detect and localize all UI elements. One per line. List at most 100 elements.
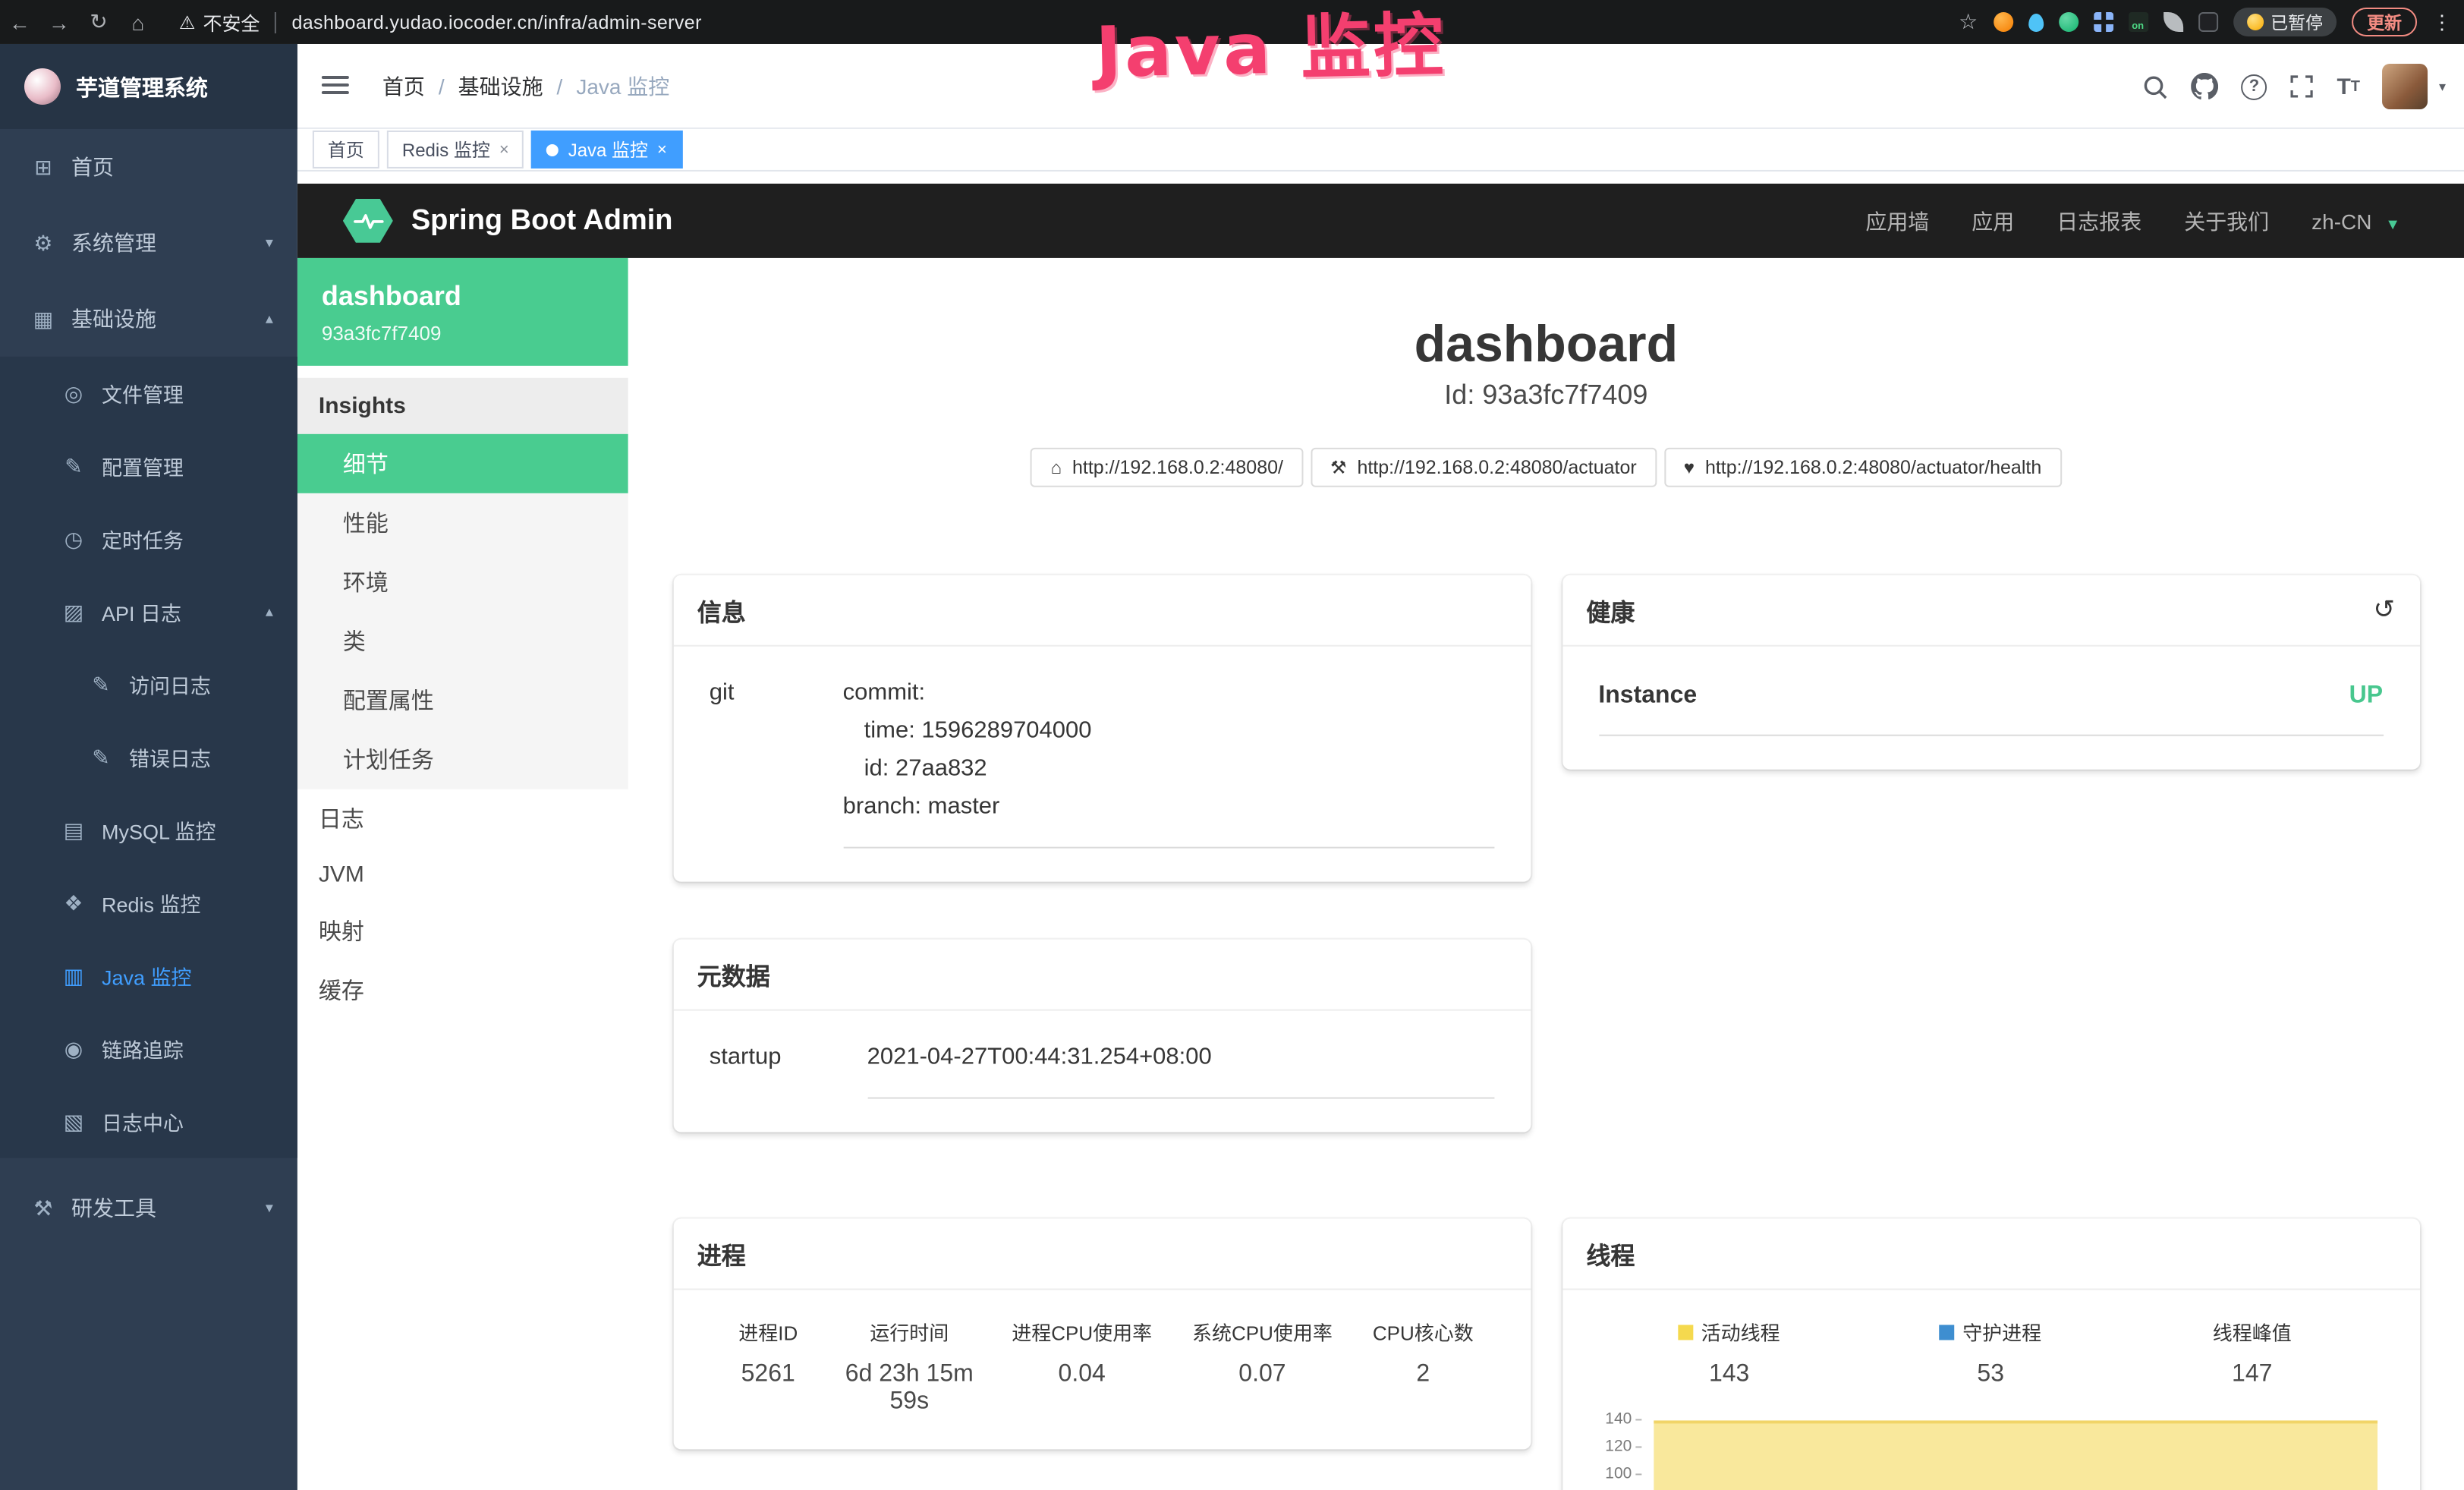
- sba-item-details[interactable]: 细节: [297, 434, 628, 493]
- sba-item-caches[interactable]: 缓存: [297, 961, 628, 1020]
- sidebar-item-label: Java 监控: [102, 961, 192, 991]
- screen: ← → ↻ ⌂ ⚠ 不安全 dashboard.yudao.iocoder.cn…: [0, 0, 2464, 1490]
- browser-menu-icon[interactable]: ⋮: [2432, 10, 2452, 34]
- sidebar-item-cron-job[interactable]: ◷ 定时任务: [0, 502, 297, 575]
- sba-locale-select[interactable]: zh-CN ▼: [2311, 209, 2400, 233]
- help-icon[interactable]: ?: [2241, 74, 2267, 99]
- header-actions: ? TT ▾: [2143, 44, 2447, 129]
- edit-square-icon: ✎: [88, 745, 114, 770]
- sidebar-item-tracing[interactable]: ◉ 链路追踪: [0, 1013, 297, 1085]
- fullscreen-icon[interactable]: [2289, 74, 2314, 99]
- profile-paused-chip[interactable]: 已暂停: [2233, 8, 2337, 36]
- tab-label: Java 监控: [568, 137, 648, 162]
- admin-header: 首页 / 基础设施 / Java 监控 ? TT ▾: [297, 44, 2464, 129]
- status-badge: UP: [2349, 683, 2383, 710]
- sidebar-item-config-manage[interactable]: ✎ 配置管理: [0, 430, 297, 502]
- startup-row: startup 2021-04-27T00:44:31.254+08:00: [710, 1038, 1494, 1099]
- sba-instance-header[interactable]: dashboard 93a3fc7f7409: [297, 258, 628, 366]
- sidebar-item-file-manage[interactable]: ◎ 文件管理: [0, 357, 297, 430]
- history-icon[interactable]: ↺: [2374, 595, 2395, 625]
- url-text[interactable]: dashboard.yudao.iocoder.cn/infra/admin-s…: [291, 11, 701, 33]
- sidebar-item-home[interactable]: ⊞ 首页: [0, 129, 297, 205]
- browser-home-icon[interactable]: ⌂: [118, 10, 158, 34]
- sba-item-logs[interactable]: 日志: [297, 789, 628, 849]
- security-label[interactable]: 不安全: [203, 8, 260, 36]
- sidebar-item-redis-monitor[interactable]: ❖ Redis 监控: [0, 867, 297, 940]
- forward-icon[interactable]: →: [39, 10, 79, 34]
- sba-item-metrics[interactable]: 性能: [297, 493, 628, 553]
- sidebar-item-label: API 日志: [102, 597, 181, 627]
- tab-java-monitor[interactable]: Java 监控 ×: [532, 131, 682, 169]
- extension-green-icon[interactable]: [2058, 12, 2078, 32]
- avatar-caret-icon[interactable]: ▾: [2439, 78, 2446, 95]
- browser-update-button[interactable]: 更新: [2352, 8, 2417, 36]
- sidebar-item-error-log[interactable]: ✎ 错误日志: [0, 721, 297, 794]
- sba-brand[interactable]: Spring Boot Admin: [297, 199, 673, 243]
- tools-icon: ⚒: [30, 1195, 56, 1221]
- legend-label-peak: 线程峰值: [2213, 1317, 2292, 1346]
- log-icon: ▨: [61, 599, 87, 625]
- sidebar-item-mysql-monitor[interactable]: ▤ MySQL 监控: [0, 794, 297, 867]
- sba-item-classes[interactable]: 类: [297, 612, 628, 671]
- instance-health-row[interactable]: Instance UP: [1598, 683, 2383, 736]
- sidebar-item-label: 基础设施: [71, 304, 156, 334]
- health-url-button[interactable]: ♥ http://192.168.0.2:48080/actuator/heal…: [1664, 448, 2062, 487]
- sidebar-item-label: 系统管理: [71, 228, 156, 258]
- bookmark-star-icon[interactable]: ☆: [1959, 9, 1978, 35]
- sba-nav-journal[interactable]: 日志报表: [2056, 206, 2141, 236]
- sidebar-item-dev-tools[interactable]: ⚒ 研发工具 ▾: [0, 1170, 297, 1246]
- sidebar-item-infra[interactable]: ▦ 基础设施 ▴: [0, 281, 297, 357]
- extension-on-badge-icon[interactable]: on: [2128, 12, 2148, 32]
- sidebar-item-access-log[interactable]: ✎ 访问日志: [0, 648, 297, 721]
- sidebar-item-api-log[interactable]: ▨ API 日志 ▴: [0, 575, 297, 648]
- git-id-line: id: 27aa832: [843, 750, 1494, 788]
- metadata-card-title: 元数据: [673, 940, 1531, 1011]
- extension-drop-icon[interactable]: [2028, 13, 2043, 31]
- sidebar-toggle-icon[interactable]: [322, 76, 349, 94]
- sidebar-item-system[interactable]: ⚙ 系统管理 ▾: [0, 205, 297, 281]
- sidebar-item-log-center[interactable]: ▧ 日志中心: [0, 1085, 297, 1158]
- breadcrumb-separator: /: [557, 74, 563, 99]
- page-title: dashboard: [628, 316, 2464, 375]
- tab-redis-monitor[interactable]: Redis 监控 ×: [387, 131, 524, 169]
- tab-label: Redis 监控: [402, 137, 490, 162]
- close-icon[interactable]: ×: [657, 140, 667, 159]
- sba-item-environment[interactable]: 环境: [297, 553, 628, 612]
- search-icon[interactable]: [2143, 74, 2169, 99]
- reload-icon[interactable]: ↻: [79, 9, 118, 35]
- doc-icon: ▧: [61, 1109, 87, 1135]
- github-icon[interactable]: [2192, 73, 2219, 100]
- database-icon: ▤: [61, 817, 87, 843]
- process-header-cpu: 进程CPU使用率: [992, 1317, 1172, 1346]
- back-icon[interactable]: ←: [0, 10, 39, 34]
- tab-home[interactable]: 首页: [313, 131, 379, 169]
- chevron-down-icon: ▾: [266, 1200, 273, 1217]
- breadcrumb-home[interactable]: 首页: [382, 71, 425, 102]
- sba-item-mappings[interactable]: 映射: [297, 902, 628, 961]
- sidebar-item-label: 日志中心: [102, 1107, 184, 1137]
- sba-item-scheduledtasks[interactable]: 计划任务: [297, 730, 628, 789]
- sba-item-configprops[interactable]: 配置属性: [297, 671, 628, 730]
- close-icon[interactable]: ×: [499, 140, 509, 159]
- sba-item-jvm[interactable]: JVM: [297, 849, 628, 902]
- breadcrumb-section[interactable]: 基础设施: [458, 71, 543, 102]
- extensions-puzzle-icon[interactable]: [2198, 12, 2217, 32]
- edit-icon: ✎: [61, 453, 87, 479]
- app-logo[interactable]: 芋道管理系统: [0, 44, 297, 129]
- sba-nav-wall[interactable]: 应用墙: [1865, 206, 1929, 236]
- sba-nav-about[interactable]: 关于我们: [2184, 206, 2269, 236]
- breadcrumb: 首页 / 基础设施 / Java 监控: [382, 44, 669, 129]
- sidebar-item-java-monitor[interactable]: ▥ Java 监控: [0, 940, 297, 1013]
- extension-leaf-icon[interactable]: [2163, 12, 2182, 32]
- service-url-button[interactable]: ⌂ http://192.168.0.2:48080/: [1031, 448, 1303, 487]
- extension-orange-icon[interactable]: [1993, 12, 2012, 32]
- process-header-syscpu: 系统CPU使用率: [1172, 1317, 1353, 1346]
- user-avatar[interactable]: [2383, 64, 2428, 109]
- tab-bar: 首页 Redis 监控 × Java 监控 ×: [297, 129, 2464, 172]
- link-label: http://192.168.0.2:48080/: [1072, 457, 1283, 478]
- extension-grid-icon[interactable]: [2093, 12, 2113, 32]
- font-size-icon[interactable]: TT: [2337, 74, 2360, 99]
- sidebar-item-label: MySQL 监控: [102, 815, 216, 846]
- actuator-url-button[interactable]: ⚒ http://192.168.0.2:48080/actuator: [1311, 448, 1657, 487]
- sba-nav-applications[interactable]: 应用: [1972, 206, 2014, 236]
